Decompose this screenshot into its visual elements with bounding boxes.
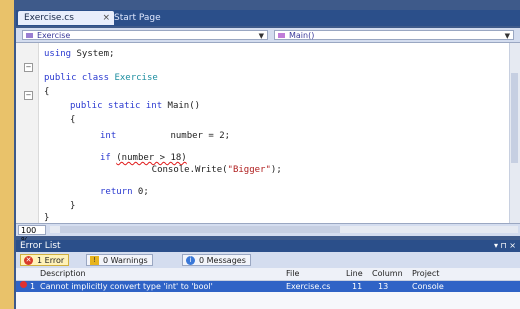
panel-title: Error List	[20, 241, 61, 251]
chevron-down-icon: ▼	[258, 32, 264, 40]
editor-margin: − −	[16, 43, 39, 223]
messages-filter-button[interactable]: i 0 Messages	[182, 254, 251, 266]
code-line: using System;	[44, 49, 115, 59]
code-line: public class Exercise	[44, 73, 158, 83]
tab-exercise-cs[interactable]: Exercise.cs ×	[18, 11, 114, 25]
vertical-scrollbar[interactable]	[509, 43, 520, 223]
errors-filter-button[interactable]: ✕ 1 Error	[20, 254, 70, 266]
code-line: return 0;	[100, 187, 149, 197]
column-column[interactable]: Column	[372, 268, 403, 280]
column-description[interactable]: Description	[40, 268, 86, 280]
error-index: 1	[30, 282, 36, 291]
class-icon	[26, 33, 33, 38]
horizontal-scrollbar[interactable]	[50, 226, 518, 233]
editor-status-bar: 100 %	[16, 223, 520, 245]
tab-label: Exercise.cs	[24, 13, 74, 23]
document-tab-bar: Exercise.cs × Start Page	[16, 10, 520, 26]
column-project[interactable]: Project	[412, 268, 439, 280]
code-editor[interactable]: − − using System; public class Exercise …	[16, 43, 510, 223]
error-squiggle: (number > 18)	[116, 153, 187, 163]
panel-controls[interactable]: ▾ ⊓ ×	[494, 240, 516, 252]
error-list-column-headers: Description File Line Column Project	[16, 268, 520, 281]
type-dropdown-value: Exercise	[37, 31, 71, 40]
tab-label: Start Page	[114, 13, 161, 23]
code-line: public static int Main()	[70, 101, 201, 111]
tab-start-page[interactable]: Start Page	[108, 11, 180, 25]
column-line[interactable]: Line	[346, 268, 363, 280]
type-dropdown[interactable]: Exercise ▼	[22, 30, 268, 40]
error-list-empty-area	[16, 292, 520, 309]
collapse-icon[interactable]: −	[24, 91, 33, 100]
code-line: {	[44, 87, 50, 97]
column-file[interactable]: File	[286, 268, 299, 280]
error-icon	[20, 281, 27, 288]
error-line: 11	[352, 282, 363, 291]
code-line: {	[70, 115, 76, 125]
member-dropdown[interactable]: Main() ▼	[274, 30, 514, 40]
info-icon: i	[186, 256, 195, 265]
warnings-filter-button[interactable]: ! 0 Warnings	[86, 254, 153, 266]
method-icon	[278, 33, 285, 38]
ide-window: Exercise.cs × Start Page Exercise ▼ Main…	[14, 0, 520, 309]
error-row[interactable]: 1 Cannot implicitly convert type 'int' t…	[16, 281, 520, 292]
error-project: Console	[412, 282, 444, 291]
code-line: Console.Write("Bigger");	[130, 165, 282, 175]
code-line: }	[70, 201, 76, 211]
error-list-header: Error List ▾ ⊓ ×	[16, 240, 520, 252]
warning-icon: !	[90, 256, 99, 265]
code-line: int number = 2;	[100, 131, 231, 141]
error-file: Exercise.cs	[286, 282, 331, 291]
error-description: Cannot implicitly convert type 'int' to …	[40, 282, 213, 291]
error-list-toolbar: ✕ 1 Error ! 0 Warnings i 0 Messages	[16, 252, 520, 268]
member-dropdown-value: Main()	[289, 31, 315, 40]
scroll-thumb[interactable]	[60, 226, 340, 233]
chevron-down-icon: ▼	[504, 32, 510, 40]
collapse-icon[interactable]: −	[24, 63, 33, 72]
zoom-dropdown[interactable]: 100 %	[18, 225, 46, 245]
navigation-bar: Exercise ▼ Main() ▼	[16, 28, 520, 43]
scroll-thumb[interactable]	[511, 73, 518, 163]
error-column: 13	[378, 282, 389, 291]
error-icon: ✕	[24, 256, 33, 265]
